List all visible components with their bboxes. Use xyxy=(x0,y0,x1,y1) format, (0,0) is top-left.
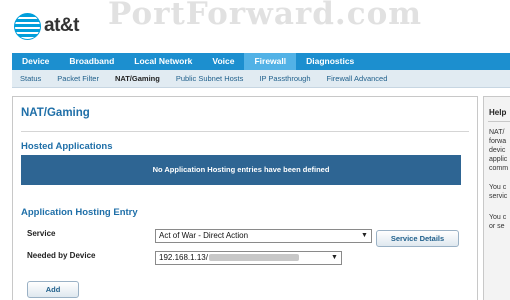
content-panel: NAT/Gaming Hosted Applications No Applic… xyxy=(12,96,478,300)
help-divider xyxy=(488,121,510,122)
device-select-value: 192.168.1.13/ xyxy=(159,253,208,262)
tab-voice[interactable]: Voice xyxy=(202,53,244,70)
service-select-value: Act of War - Direct Action xyxy=(159,231,249,240)
add-button[interactable]: Add xyxy=(27,281,79,298)
help-text: You c servic xyxy=(489,184,508,200)
title-divider xyxy=(21,131,469,132)
help-text: You c or se xyxy=(489,214,507,230)
tab-firewall[interactable]: Firewall xyxy=(244,53,297,70)
subtab-packet-filter[interactable]: Packet Filter xyxy=(49,70,107,87)
hosted-empty-banner: No Application Hosting entries have been… xyxy=(21,155,461,185)
hosting-entry-heading: Application Hosting Entry xyxy=(21,207,138,218)
device-label: Needed by Device xyxy=(27,251,96,260)
subtab-firewall-advanced[interactable]: Firewall Advanced xyxy=(319,70,396,87)
globe-icon xyxy=(14,12,41,40)
service-label: Service xyxy=(27,229,56,238)
sub-nav: Status Packet Filter NAT/Gaming Public S… xyxy=(12,70,510,88)
service-select[interactable]: Act of War - Direct Action ▼ xyxy=(155,229,372,243)
chevron-down-icon: ▼ xyxy=(331,254,338,261)
watermark: PortForward.com xyxy=(108,0,423,32)
chevron-down-icon: ▼ xyxy=(361,232,368,239)
hosted-applications-heading: Hosted Applications xyxy=(21,141,113,152)
brand-name: at&t xyxy=(44,15,79,36)
subtab-status[interactable]: Status xyxy=(12,70,49,87)
help-text: NAT/ forwa devic applic comm xyxy=(489,129,509,172)
subtab-nat-gaming[interactable]: NAT/Gaming xyxy=(107,70,168,87)
redacted-blur xyxy=(208,254,299,262)
tab-diagnostics[interactable]: Diagnostics xyxy=(296,53,364,70)
help-panel: Help NAT/ forwa devic applic comm You c … xyxy=(483,96,510,300)
tab-broadband[interactable]: Broadband xyxy=(59,53,124,70)
help-title: Help xyxy=(489,108,507,117)
att-logo: at&t xyxy=(14,12,79,40)
subtab-public-subnet-hosts[interactable]: Public Subnet Hosts xyxy=(168,70,252,87)
service-details-button[interactable]: Service Details xyxy=(376,230,459,247)
subtab-ip-passthrough[interactable]: IP Passthrough xyxy=(251,70,318,87)
tab-device[interactable]: Device xyxy=(12,53,59,70)
tab-local-network[interactable]: Local Network xyxy=(124,53,202,70)
page-title: NAT/Gaming xyxy=(21,107,90,119)
main-nav: Device Broadband Local Network Voice Fir… xyxy=(12,53,510,70)
device-select[interactable]: 192.168.1.13/ ▼ xyxy=(155,251,342,265)
